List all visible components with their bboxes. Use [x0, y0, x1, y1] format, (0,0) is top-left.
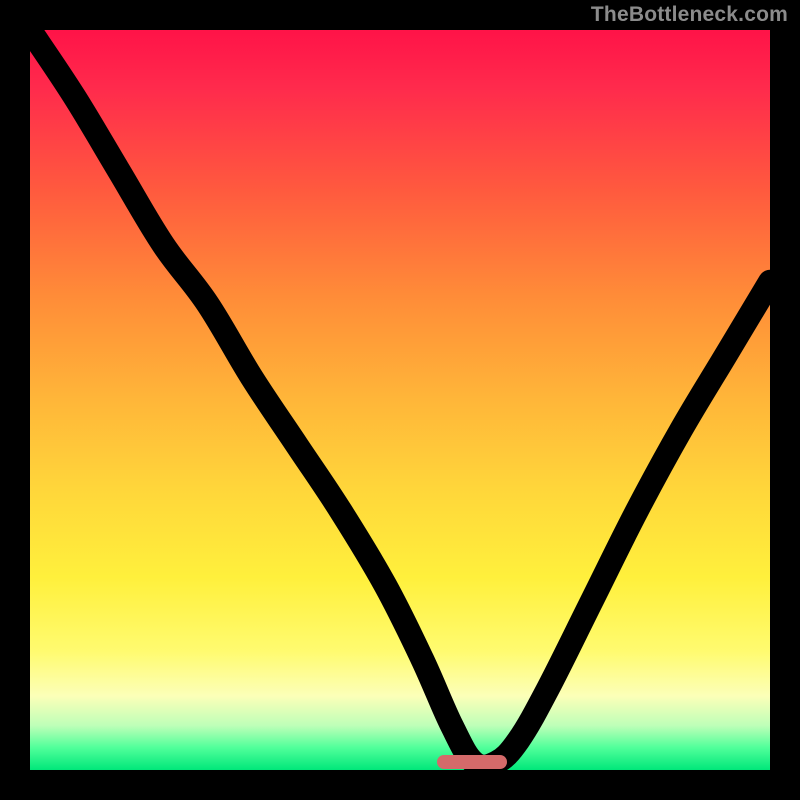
chart-frame: TheBottleneck.com [0, 0, 800, 800]
plot-area [30, 30, 770, 770]
bottleneck-curve [30, 30, 770, 770]
watermark-text: TheBottleneck.com [591, 4, 788, 25]
min-marker [437, 755, 507, 769]
curve-path [30, 30, 770, 767]
